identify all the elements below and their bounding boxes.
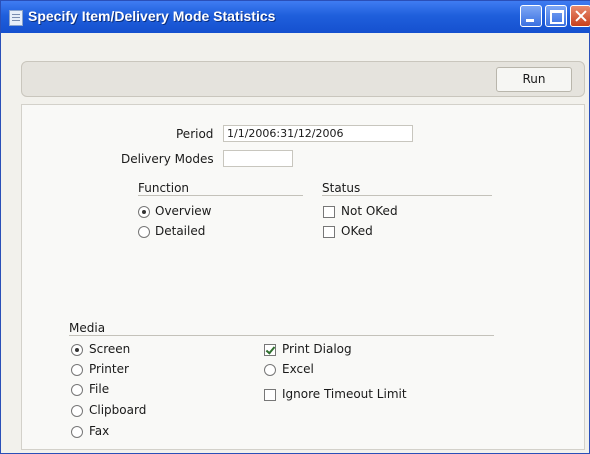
screen-label: Screen (89, 342, 131, 356)
radio-detailed[interactable] (138, 226, 150, 238)
overview-label: Overview (155, 204, 212, 218)
run-button[interactable]: Run (496, 67, 572, 92)
media-group-title: Media (69, 321, 106, 335)
not-oked-label: Not OKed (341, 204, 398, 218)
ignore-timeout-label: Ignore Timeout Limit (282, 387, 407, 401)
checkbox-not-oked[interactable] (323, 206, 335, 218)
detailed-label: Detailed (155, 224, 206, 238)
document-icon (9, 10, 23, 26)
clipboard-label: Clipboard (89, 403, 147, 417)
radio-excel[interactable] (264, 364, 276, 376)
media-group-divider (69, 335, 494, 336)
checkbox-print-dialog[interactable] (264, 344, 276, 356)
status-group-divider (322, 195, 492, 196)
file-label: File (89, 382, 110, 396)
function-group-title: Function (138, 181, 190, 195)
maximize-button[interactable] (545, 5, 567, 27)
period-field[interactable]: 1/1/2006:31/12/2006 (223, 125, 413, 142)
radio-clipboard[interactable] (71, 405, 83, 417)
radio-file[interactable] (71, 384, 83, 396)
delivery-modes-label: Delivery Modes (121, 152, 214, 166)
delivery-modes-field[interactable] (223, 150, 293, 167)
oked-label: OKed (341, 224, 373, 238)
period-label: Period (176, 127, 214, 141)
dialog-window: Specify Item/Delivery Mode Statistics Ru… (0, 0, 590, 454)
checkbox-ignore-timeout[interactable] (264, 389, 276, 401)
excel-label: Excel (282, 362, 314, 376)
radio-printer[interactable] (71, 364, 83, 376)
radio-overview[interactable] (138, 206, 150, 218)
window-title: Specify Item/Delivery Mode Statistics (28, 8, 276, 24)
status-group-title: Status (322, 181, 361, 195)
function-group-divider (138, 195, 303, 196)
printer-label: Printer (89, 362, 129, 376)
radio-screen[interactable] (71, 344, 83, 356)
checkbox-oked[interactable] (323, 226, 335, 238)
close-button[interactable] (570, 5, 590, 27)
print-dialog-label: Print Dialog (282, 342, 352, 356)
minimize-button[interactable] (520, 5, 542, 27)
fax-label: Fax (89, 424, 110, 438)
title-bar[interactable]: Specify Item/Delivery Mode Statistics (1, 1, 590, 33)
radio-fax[interactable] (71, 426, 83, 438)
